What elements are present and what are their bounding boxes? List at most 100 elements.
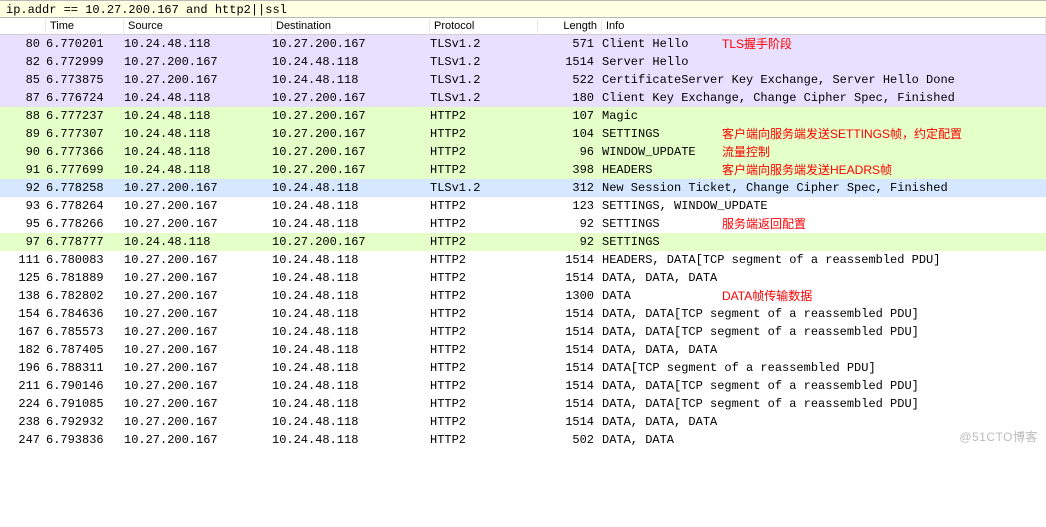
cell-num: 196 (0, 359, 46, 377)
table-row[interactable]: 876.77672410.24.48.11810.27.200.167TLSv1… (0, 89, 1046, 107)
cell-info: Client HelloTLS握手阶段 (602, 35, 1046, 53)
table-row[interactable]: 906.77736610.24.48.11810.27.200.167HTTP2… (0, 143, 1046, 161)
cell-info: Client Key Exchange, Change Cipher Spec,… (602, 89, 1046, 107)
cell-source: 10.27.200.167 (124, 305, 272, 323)
cell-protocol: HTTP2 (430, 143, 538, 161)
packet-list[interactable]: 806.77020110.24.48.11810.27.200.167TLSv1… (0, 35, 1046, 449)
cell-destination: 10.24.48.118 (272, 71, 430, 89)
cell-destination: 10.24.48.118 (272, 413, 430, 431)
cell-source: 10.27.200.167 (124, 341, 272, 359)
cell-length: 96 (538, 143, 602, 161)
cell-destination: 10.27.200.167 (272, 125, 430, 143)
cell-time: 6.778258 (46, 179, 124, 197)
cell-info: DATA, DATA, DATA (602, 341, 1046, 359)
col-header-dest[interactable]: Destination (272, 19, 430, 33)
table-row[interactable]: 2246.79108510.27.200.16710.24.48.118HTTP… (0, 395, 1046, 413)
table-row[interactable]: 886.77723710.24.48.11810.27.200.167HTTP2… (0, 107, 1046, 125)
col-header-length[interactable]: Length (538, 19, 602, 33)
cell-num: 95 (0, 215, 46, 233)
cell-source: 10.24.48.118 (124, 161, 272, 179)
cell-destination: 10.24.48.118 (272, 431, 430, 449)
table-row[interactable]: 1826.78740510.27.200.16710.24.48.118HTTP… (0, 341, 1046, 359)
table-row[interactable]: 1676.78557310.27.200.16710.24.48.118HTTP… (0, 323, 1046, 341)
table-row[interactable]: 1116.78008310.27.200.16710.24.48.118HTTP… (0, 251, 1046, 269)
table-row[interactable]: 976.77877710.24.48.11810.27.200.167HTTP2… (0, 233, 1046, 251)
cell-source: 10.24.48.118 (124, 233, 272, 251)
display-filter-bar[interactable]: ip.addr == 10.27.200.167 and http2||ssl (0, 0, 1046, 18)
cell-length: 312 (538, 179, 602, 197)
cell-destination: 10.24.48.118 (272, 341, 430, 359)
cell-info: WINDOW_UPDATE流量控制 (602, 143, 1046, 161)
cell-length: 104 (538, 125, 602, 143)
cell-num: 90 (0, 143, 46, 161)
table-row[interactable]: 826.77299910.27.200.16710.24.48.118TLSv1… (0, 53, 1046, 71)
cell-num: 247 (0, 431, 46, 449)
cell-source: 10.24.48.118 (124, 89, 272, 107)
cell-source: 10.24.48.118 (124, 107, 272, 125)
cell-time: 6.777237 (46, 107, 124, 125)
table-row[interactable]: 1256.78188910.27.200.16710.24.48.118HTTP… (0, 269, 1046, 287)
annotation: 客户端向服务端发送HEADRS帧 (722, 161, 892, 179)
cell-info: DATA, DATA[TCP segment of a reassembled … (602, 395, 1046, 413)
cell-info: DATA[TCP segment of a reassembled PDU] (602, 359, 1046, 377)
cell-protocol: HTTP2 (430, 341, 538, 359)
cell-destination: 10.24.48.118 (272, 269, 430, 287)
table-row[interactable]: 856.77387510.27.200.16710.24.48.118TLSv1… (0, 71, 1046, 89)
col-header-num[interactable] (0, 19, 46, 33)
cell-protocol: HTTP2 (430, 125, 538, 143)
cell-num: 82 (0, 53, 46, 71)
cell-length: 398 (538, 161, 602, 179)
cell-length: 1514 (538, 269, 602, 287)
cell-source: 10.27.200.167 (124, 71, 272, 89)
table-row[interactable]: 896.77730710.24.48.11810.27.200.167HTTP2… (0, 125, 1046, 143)
table-row[interactable]: 936.77826410.27.200.16710.24.48.118HTTP2… (0, 197, 1046, 215)
cell-protocol: TLSv1.2 (430, 35, 538, 53)
table-row[interactable]: 806.77020110.24.48.11810.27.200.167TLSv1… (0, 35, 1046, 53)
col-header-info[interactable]: Info (602, 19, 1046, 33)
cell-info: DATADATA帧传输数据 (602, 287, 1046, 305)
cell-num: 111 (0, 251, 46, 269)
cell-protocol: HTTP2 (430, 287, 538, 305)
table-row[interactable]: 2476.79383610.27.200.16710.24.48.118HTTP… (0, 431, 1046, 449)
table-row[interactable]: 956.77826610.27.200.16710.24.48.118HTTP2… (0, 215, 1046, 233)
cell-num: 89 (0, 125, 46, 143)
col-header-time[interactable]: Time (46, 19, 124, 33)
cell-protocol: HTTP2 (430, 197, 538, 215)
cell-num: 88 (0, 107, 46, 125)
col-header-source[interactable]: Source (124, 19, 272, 33)
cell-time: 6.778777 (46, 233, 124, 251)
cell-length: 1514 (538, 359, 602, 377)
table-row[interactable]: 1386.78280210.27.200.16710.24.48.118HTTP… (0, 287, 1046, 305)
cell-protocol: HTTP2 (430, 107, 538, 125)
cell-destination: 10.24.48.118 (272, 251, 430, 269)
table-row[interactable]: 916.77769910.24.48.11810.27.200.167HTTP2… (0, 161, 1046, 179)
cell-info: HEADERS客户端向服务端发送HEADRS帧 (602, 161, 1046, 179)
cell-time: 6.772999 (46, 53, 124, 71)
table-row[interactable]: 2116.79014610.27.200.16710.24.48.118HTTP… (0, 377, 1046, 395)
cell-protocol: HTTP2 (430, 305, 538, 323)
cell-info: DATA, DATA, DATA (602, 269, 1046, 287)
cell-destination: 10.27.200.167 (272, 107, 430, 125)
cell-info: Magic (602, 107, 1046, 125)
cell-destination: 10.24.48.118 (272, 395, 430, 413)
cell-destination: 10.27.200.167 (272, 143, 430, 161)
cell-protocol: TLSv1.2 (430, 71, 538, 89)
cell-info: SETTINGS, WINDOW_UPDATE (602, 197, 1046, 215)
table-row[interactable]: 1546.78463610.27.200.16710.24.48.118HTTP… (0, 305, 1046, 323)
cell-length: 1514 (538, 395, 602, 413)
cell-source: 10.27.200.167 (124, 413, 272, 431)
cell-time: 6.785573 (46, 323, 124, 341)
cell-length: 92 (538, 233, 602, 251)
table-row[interactable]: 1966.78831110.27.200.16710.24.48.118HTTP… (0, 359, 1046, 377)
cell-time: 6.788311 (46, 359, 124, 377)
table-row[interactable]: 2386.79293210.27.200.16710.24.48.118HTTP… (0, 413, 1046, 431)
cell-length: 1514 (538, 377, 602, 395)
cell-time: 6.770201 (46, 35, 124, 53)
table-row[interactable]: 926.77825810.27.200.16710.24.48.118TLSv1… (0, 179, 1046, 197)
col-header-protocol[interactable]: Protocol (430, 19, 538, 33)
cell-source: 10.27.200.167 (124, 359, 272, 377)
cell-destination: 10.27.200.167 (272, 233, 430, 251)
cell-length: 123 (538, 197, 602, 215)
cell-source: 10.27.200.167 (124, 53, 272, 71)
cell-time: 6.777699 (46, 161, 124, 179)
